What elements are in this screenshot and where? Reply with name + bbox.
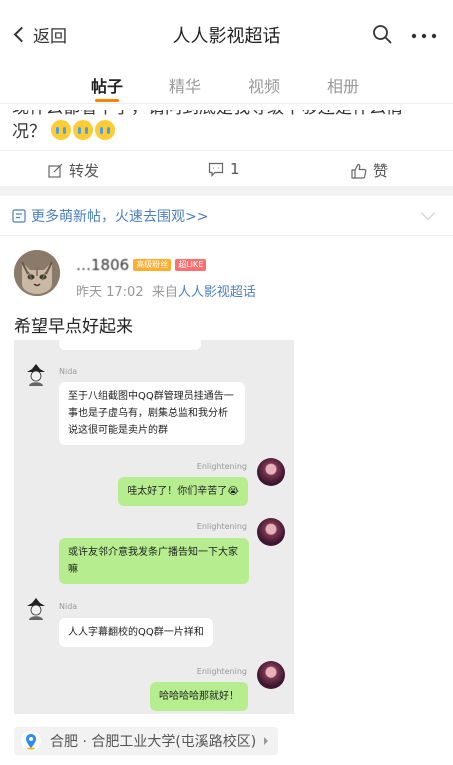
chevron-down-icon[interactable] [420, 205, 436, 221]
nida-avatar-icon [27, 598, 45, 620]
comment-count: 1 [230, 160, 240, 178]
previous-post-line-2-text: 况？ [12, 122, 46, 142]
like-label: 赞 [373, 162, 389, 180]
like-button[interactable]: 赞 [351, 160, 388, 181]
repost-button[interactable]: 转发 [48, 160, 99, 181]
post-meta: 昨天 17:02 来自人人影视超话 [76, 281, 256, 300]
post-source-link[interactable]: 人人影视超话 [178, 285, 256, 300]
post-source-prefix: 来自 [151, 285, 178, 300]
crying-emoji-icon [73, 120, 94, 140]
post-list-icon [12, 209, 26, 223]
tab-featured[interactable]: 精华 [169, 73, 201, 97]
active-tab-indicator [95, 99, 119, 102]
chat-nickname: Enlightening [196, 462, 247, 471]
tab-albums[interactable]: 相册 [327, 73, 359, 97]
chat-nickname: Nida [59, 367, 78, 376]
more-newbie-posts-banner[interactable]: 更多萌新帖，火速去围观>> [0, 196, 453, 236]
chat-nickname: Nida [59, 602, 78, 611]
search-icon[interactable] [372, 24, 392, 44]
banner-content: 更多萌新帖，火速去围观>> [12, 206, 208, 226]
crying-emoji-icon [51, 120, 72, 140]
enlightening-avatar-icon [257, 458, 285, 486]
super-like-badge: 超LIKE [175, 259, 207, 271]
thumbs-up-icon [351, 163, 367, 179]
repost-icon [48, 163, 63, 178]
tab-videos[interactable]: 视频 [248, 73, 280, 97]
banner-text: 更多萌新帖，火速去围观>> [31, 209, 209, 225]
crying-emoji-icon [95, 120, 116, 140]
post-action-row: 转发 1 赞 [0, 150, 453, 186]
username[interactable]: …1806 [76, 256, 129, 274]
nida-avatar-icon [27, 364, 45, 386]
enlightening-avatar-icon [257, 661, 285, 689]
top-bar: 返回 人人影视超话 [0, 0, 453, 68]
tab-bar: 帖子 精华 视频 相册 [0, 68, 453, 104]
location-tag[interactable]: 合肥 · 合肥工业大学(屯溪路校区) [14, 727, 279, 755]
chat-message: 哇太好了！你们辛苦了😭 [118, 477, 248, 506]
chat-message: 或许友邻介意我发条广播告知一下大家嘛 [59, 538, 249, 584]
chat-bubble-clipped [59, 340, 201, 350]
post-text: 希望早点好起来 [14, 317, 133, 337]
comment-icon [208, 162, 224, 177]
chat-message: 人人字幕翻校的QQ群一片祥和 [59, 618, 213, 647]
location-pin-icon [21, 731, 41, 751]
chat-message: 哈哈哈哈那就好！ [150, 682, 248, 711]
location-label: 合肥 · 合肥工业大学(屯溪路校区) [50, 734, 257, 750]
chat-message: 至于八组截图中QQ群管理员挂通告一事也是子虚乌有，剧集总监和我分析说这很可能是卖… [59, 382, 245, 445]
avatar[interactable] [14, 250, 60, 296]
comment-button[interactable]: 1 [208, 160, 240, 178]
post-time: 昨天 17:02 [76, 285, 144, 300]
username-row[interactable]: …1806 高级粉丝 超LIKE [76, 256, 207, 274]
chat-nickname: Enlightening [196, 667, 247, 676]
chat-screenshot-image[interactable]: Nida 至于八组截图中QQ群管理员挂通告一事也是子虚乌有，剧集总监和我分析说这… [14, 340, 294, 714]
chat-nickname: Enlightening [196, 522, 247, 531]
tab-posts[interactable]: 帖子 [91, 73, 123, 97]
enlightening-avatar-icon [257, 518, 285, 546]
cat-avatar-icon [14, 250, 60, 296]
fan-level-badge: 高级粉丝 [133, 259, 172, 271]
previous-post-line-2: 况？ [12, 120, 442, 144]
repost-label: 转发 [69, 162, 100, 180]
chevron-right-icon [264, 737, 269, 745]
previous-post-text: 现什么都看不了，请问到底是我等级不够还是什么情 况？ [12, 110, 442, 144]
more-icon[interactable] [411, 33, 437, 39]
section-divider [0, 186, 453, 196]
